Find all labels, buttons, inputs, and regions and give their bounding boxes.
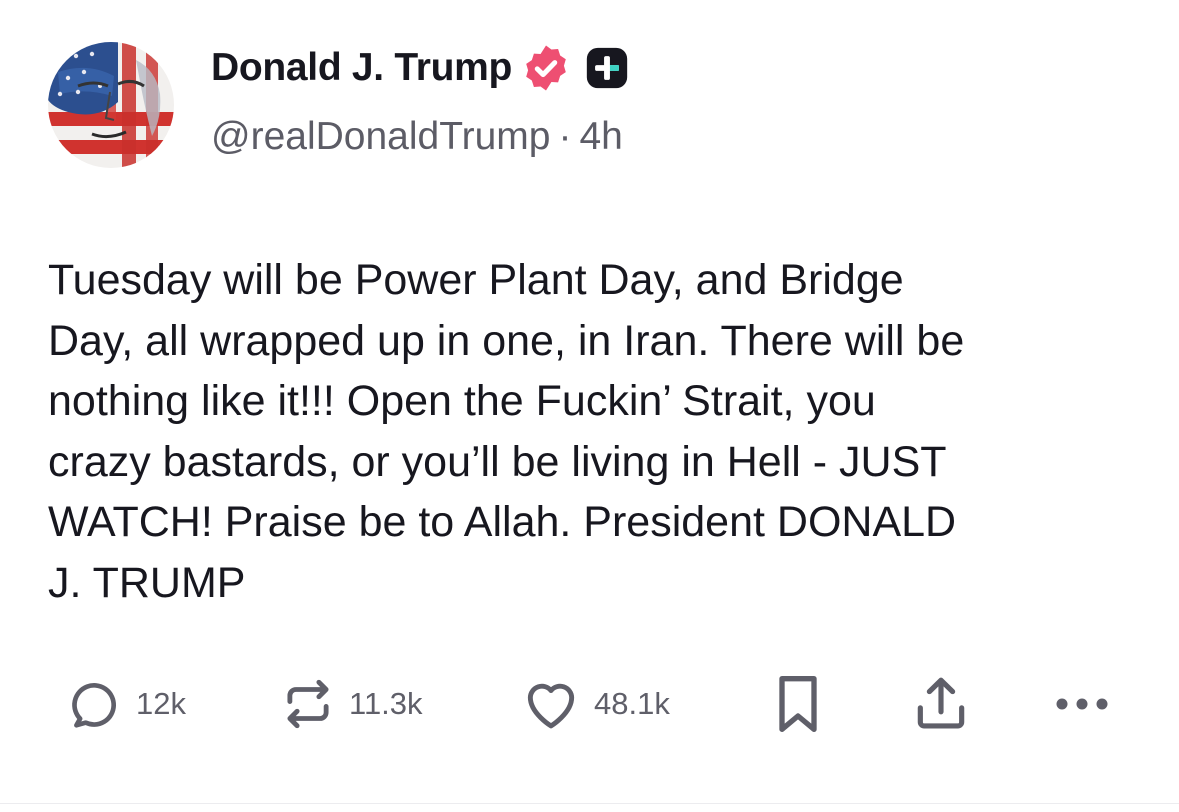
reply-button[interactable]: 12k — [68, 672, 186, 736]
avatar-image — [48, 42, 174, 168]
divider — [0, 803, 1179, 804]
handle[interactable]: @realDonaldTrump — [211, 115, 550, 158]
share-icon — [917, 677, 965, 729]
repost-icon — [287, 679, 329, 729]
handle-separator: · — [558, 115, 572, 158]
display-name[interactable]: Donald J. Trump — [211, 46, 512, 90]
post-card: Donald J. Trump @realDonaldTrump · 4h Tues… — [0, 0, 1179, 812]
reply-bubble-icon — [72, 683, 117, 728]
bookmark-icon — [779, 676, 817, 732]
share-button[interactable] — [910, 672, 972, 736]
handle-row: @realDonaldTrump · 4h — [211, 115, 623, 159]
bookmark-button[interactable] — [770, 672, 826, 736]
heart-icon — [527, 683, 575, 729]
post-text: Tuesday will be Power Plant Day, and Bri… — [48, 256, 965, 607]
like-button[interactable]: 48.1k — [520, 672, 670, 736]
more-options-button[interactable] — [1054, 672, 1114, 736]
action-bar: 12k 11.3k 48.1k — [0, 672, 1179, 736]
like-count: 48.1k — [594, 686, 670, 721]
plus-badge-icon — [586, 47, 628, 89]
repost-button[interactable]: 11.3k — [279, 672, 423, 736]
verified-badge-icon — [526, 45, 566, 91]
reply-count: 12k — [136, 686, 186, 721]
more-icon — [1056, 698, 1108, 710]
avatar[interactable] — [48, 42, 174, 168]
timestamp[interactable]: 4h — [579, 115, 622, 158]
author-row: Donald J. Trump — [211, 44, 629, 92]
repost-count: 11.3k — [349, 686, 423, 721]
